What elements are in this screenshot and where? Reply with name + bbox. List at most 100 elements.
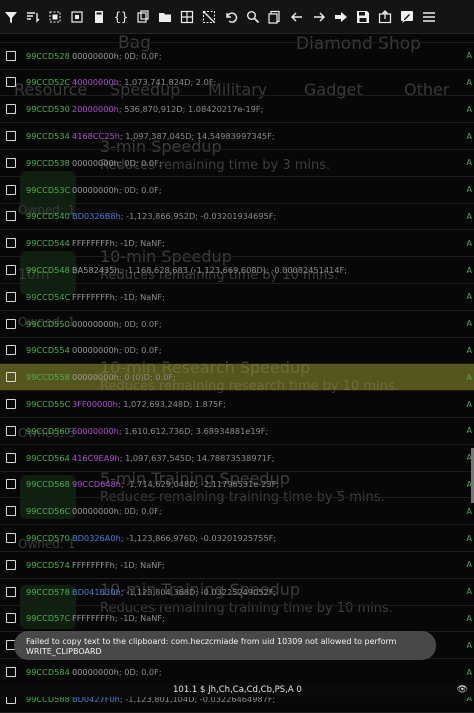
row-checkbox[interactable] (6, 318, 16, 329)
row-hex-value: FFFFFFFFh (72, 613, 115, 624)
row-address: 99CCD550 (26, 318, 70, 329)
braces-icon[interactable]: {} (110, 0, 132, 33)
row-values: ; 0 (0)D; 0.0F; (118, 372, 176, 383)
row-checkbox[interactable] (6, 425, 16, 436)
arrow-right-icon[interactable] (308, 0, 330, 33)
row-checkbox[interactable] (6, 506, 16, 517)
row-address: 99CCD558 (26, 372, 70, 383)
row-hex-value: FFFFFFFFh (72, 238, 115, 249)
row-hex-value: 40000000h (72, 77, 119, 88)
row-hex-value: 00000000h (72, 318, 119, 329)
row-checkbox[interactable] (6, 291, 16, 302)
table-row[interactable]: 99CCD56C 00000000h; 0D; 0.0F; A (0, 498, 474, 526)
row-checkbox[interactable] (6, 345, 16, 356)
toolbar: {} (0, 0, 474, 34)
row-hex-value: BD0326B8h (72, 211, 121, 222)
save-icon[interactable] (352, 0, 374, 33)
strike-icon[interactable] (198, 0, 220, 33)
table-row[interactable]: 99CCD55C 3FF00000h; 1,072,693,248D; 1.875… (0, 391, 474, 418)
row-checkbox[interactable] (6, 452, 16, 463)
row-values: ; -1D; NaNF; (114, 238, 165, 249)
row-values: ; 0D; 0.0F; (118, 184, 162, 195)
row-checkbox[interactable] (6, 533, 16, 544)
row-values: ; 0D; 0.0F; (118, 345, 162, 356)
table-row[interactable]: 99CCD558 00000000h; 0 (0)D; 0.0F; A (0, 364, 474, 392)
table-row[interactable]: 99CCD52C 40000000h; 1,073,741,824D; 2.0F;… (0, 70, 474, 97)
table-row[interactable]: 99CCD54C FFFFFFFFh; -1D; NaNF; A (0, 284, 474, 311)
table-row[interactable]: 99CCD544 FFFFFFFFh; -1D; NaNF; A (0, 230, 474, 258)
row-address: 99CCD584 (26, 667, 70, 678)
table-row[interactable]: 99CCD538 00000000h; 0D; 0.0F; A (0, 150, 474, 177)
row-values: ; 1,610,612,736D; 3.68934881e19F; (118, 425, 269, 436)
undo-icon[interactable] (220, 0, 242, 33)
row-hex-value: 3FF00000h (72, 399, 118, 410)
status-text: 101.1 $ Jh,Ch,Ca,Cd,Cb,PS,A 0 (173, 685, 302, 695)
folder-icon[interactable] (154, 0, 176, 33)
arrow-left-icon[interactable] (286, 0, 308, 33)
row-checkbox[interactable] (6, 211, 16, 222)
table-row[interactable]: 99CCD550 00000000h; 0D; 0.0F; A (0, 311, 474, 338)
calculator-icon[interactable] (88, 0, 110, 33)
table-row[interactable]: 99CCD568 99CCD648h; -1,714,629,048D; -2.1… (0, 472, 474, 499)
table-row[interactable]: 99CCD548 BA582435h; -1,168,628,683 (-1,12… (0, 257, 474, 284)
table-row[interactable]: 99CCD534 4168CC25h; 1,097,387,045D; 14.54… (0, 123, 474, 150)
row-address: 99CCD578 (26, 586, 70, 597)
row-hex-value: 00000000h (72, 184, 119, 195)
edit-icon[interactable] (396, 0, 418, 33)
row-hex-value: BA582435h (72, 265, 120, 276)
row-hex-value: 00000000h (72, 372, 119, 383)
row-address: 99CCD55C (26, 399, 71, 410)
copy-pages-icon[interactable] (264, 0, 286, 33)
sort-icon[interactable] (22, 0, 44, 33)
row-hex-value: BD041B30h (72, 586, 121, 597)
table-row[interactable]: 99CCD57C FFFFFFFFh; -1D; NaNF; A (0, 606, 474, 633)
menu-icon[interactable] (418, 0, 440, 33)
row-checkbox[interactable] (6, 238, 16, 249)
export-icon[interactable] (374, 0, 396, 33)
table-row[interactable]: 99CCD578 BD041B30h; -1,123,804,368D; -0.0… (0, 579, 474, 606)
row-address: 99CCD530 (26, 104, 70, 115)
row-checkbox[interactable] (6, 667, 16, 678)
table-row[interactable]: 99CCD528 00000000h; 0D; 0.0F; A (0, 43, 474, 70)
row-checkbox[interactable] (6, 399, 16, 410)
search-icon[interactable] (242, 0, 264, 33)
filter-icon[interactable] (0, 0, 22, 33)
row-checkbox[interactable] (6, 613, 16, 624)
row-address: 99CCD538 (26, 157, 70, 168)
row-values: ; -1D; NaNF; (114, 613, 165, 624)
select-icon[interactable] (44, 0, 66, 33)
row-values: ; 536,870,912D; 1.08420217e-19F; (118, 104, 264, 115)
row-checkbox[interactable] (6, 372, 16, 383)
row-checkbox[interactable] (6, 104, 16, 115)
row-checkbox[interactable] (6, 157, 16, 168)
row-checkbox[interactable] (6, 479, 16, 490)
row-checkbox[interactable] (6, 265, 16, 276)
row-checkbox[interactable] (6, 586, 16, 597)
table-row[interactable]: 99CCD564 416C9EA9h; 1,097,637,545D; 14.78… (0, 445, 474, 472)
table-row[interactable]: 99CCD584 00000000h; 0D; 0.0F; A (0, 659, 474, 686)
row-hex-value: 20000000h (72, 104, 119, 115)
grid-icon[interactable] (176, 0, 198, 33)
row-values: ; 0D; 0.0F; (118, 157, 162, 168)
row-address: 99CCD568 (26, 479, 70, 490)
row-values: ; 1,073,741,824D; 2.0F; (118, 77, 217, 88)
table-row[interactable]: 99CCD540 BD0326B8h; -1,123,866,952D; -0.0… (0, 204, 474, 231)
copy-icon[interactable] (132, 0, 154, 33)
go-icon[interactable] (330, 0, 352, 33)
table-row[interactable]: 99CCD53C 00000000h; 0D; 0.0F; A (0, 177, 474, 204)
row-address: 99CCD57C (26, 613, 71, 624)
row-checkbox[interactable] (6, 77, 16, 88)
tag-icon[interactable] (66, 0, 88, 33)
table-row[interactable]: 99CCD554 00000000h; 0D; 0.0F; A (0, 338, 474, 365)
table-row[interactable]: 99CCD560 60000000h; 1,610,612,736D; 3.689… (0, 418, 474, 445)
row-hex-value: 00000000h (72, 667, 119, 678)
row-checkbox[interactable] (6, 131, 16, 142)
table-row[interactable]: 99CCD574 FFFFFFFFh; -1D; NaNF; A (0, 552, 474, 579)
table-row[interactable]: 99CCD530 20000000h; 536,870,912D; 1.08420… (0, 96, 474, 124)
eye-icon[interactable]: 👁 (457, 685, 468, 695)
row-checkbox[interactable] (6, 559, 16, 570)
memory-list: 99CCD52400000000h; 0D; 0.0F;A99CCD528000… (0, 16, 474, 713)
row-checkbox[interactable] (6, 50, 16, 61)
table-row[interactable]: 99CCD570 BD0326A0h; -1,123,866,976D; -0.0… (0, 525, 474, 552)
row-checkbox[interactable] (6, 184, 16, 195)
